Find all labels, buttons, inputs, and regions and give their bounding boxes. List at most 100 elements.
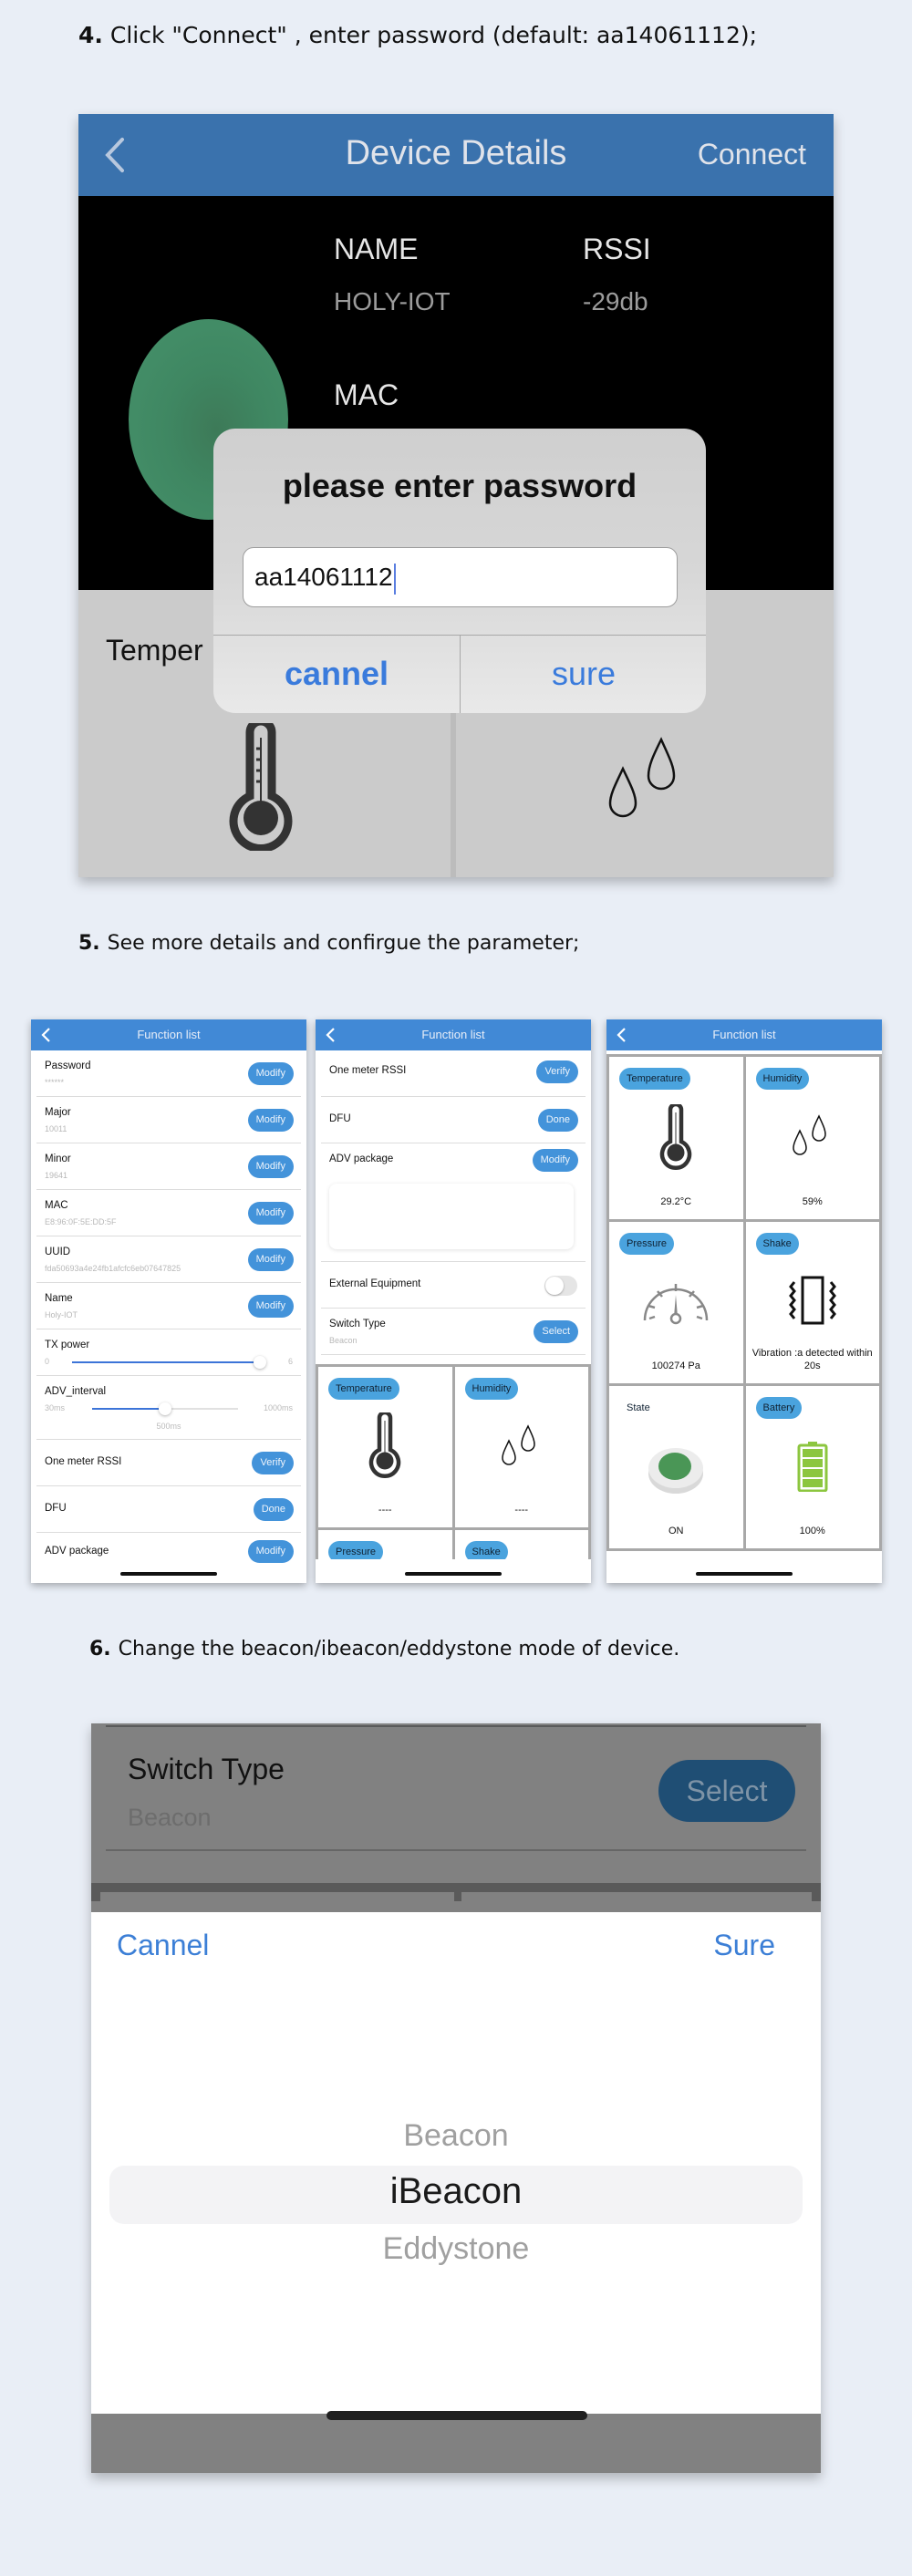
- thermometer-icon: [660, 1104, 692, 1170]
- list-item: One meter RSSI Verify: [321, 1050, 586, 1097]
- nav-bar: Function list: [31, 1019, 306, 1050]
- modify-button[interactable]: Modify: [247, 1540, 294, 1563]
- divider: [106, 1725, 806, 1727]
- device-button-icon: [648, 1448, 704, 1495]
- temperature-label: Temper: [106, 634, 203, 667]
- sensor-value: ----: [378, 1505, 392, 1516]
- select-button[interactable]: Select: [658, 1760, 795, 1822]
- sensor-card-pressure[interactable]: Pressure 100274 Pa: [609, 1221, 743, 1384]
- adv-interval-slider[interactable]: 30ms 1000ms: [45, 1402, 293, 1415]
- sensor-grid: Temperature 29.2°C Humidity 59% Pressure…: [606, 1054, 882, 1551]
- sensor-card-humidity[interactable]: Humidity 59%: [745, 1057, 879, 1219]
- modify-button[interactable]: Modify: [247, 1202, 294, 1225]
- slider-track: [92, 1402, 238, 1415]
- modify-button[interactable]: Modify: [247, 1109, 294, 1132]
- list-item: DFU Done: [321, 1097, 586, 1143]
- switch-type-row: Switch Type Beacon Select: [321, 1309, 586, 1355]
- slider-min: 30ms: [45, 1403, 66, 1412]
- tx-power-row: TX power 0 6: [36, 1329, 301, 1376]
- modify-button[interactable]: Modify: [532, 1149, 578, 1172]
- row-label: UUID: [45, 1247, 71, 1257]
- sensor-value: 100%: [799, 1526, 825, 1536]
- verify-button[interactable]: Verify: [252, 1452, 294, 1474]
- dialog-title: please enter password: [282, 467, 637, 504]
- modify-button[interactable]: Modify: [247, 1062, 294, 1085]
- list-item: UUID fda50693a4e24fb1afcfc6eb07647825 Modi…: [36, 1236, 301, 1283]
- nav-bar: Device Details Connect: [78, 114, 834, 196]
- sensor-card-humidity[interactable]: Humidity ----: [454, 1367, 588, 1527]
- verify-button[interactable]: Verify: [536, 1060, 578, 1083]
- page-title: Function list: [712, 1028, 776, 1041]
- step-text: Click "Connect" , enter password (defaul…: [109, 22, 758, 48]
- slider-track: [72, 1356, 266, 1369]
- sensor-card-temperature[interactable]: Temperature ----: [318, 1367, 452, 1527]
- cancel-button[interactable]: cannel: [213, 635, 460, 713]
- humidity-drops-icon: [792, 1114, 826, 1155]
- sensor-tag: Temperature: [328, 1378, 399, 1400]
- done-button[interactable]: Done: [253, 1498, 294, 1521]
- switch-type-value: Beacon: [128, 1804, 212, 1831]
- modify-button[interactable]: Modify: [247, 1248, 294, 1271]
- row-label: ADV package: [329, 1154, 394, 1164]
- row-label: MAC: [45, 1200, 68, 1211]
- mac-label: MAC: [334, 378, 399, 411]
- row-label: Switch Type: [329, 1319, 386, 1329]
- sensor-tag: Humidity: [755, 1068, 810, 1090]
- picker-option[interactable]: Beacon: [91, 2118, 821, 2154]
- home-indicator: [326, 2411, 587, 2420]
- home-indicator: [405, 1572, 502, 1576]
- row-label: Password: [45, 1060, 91, 1071]
- step-6-heading: 6. Change the beacon/ibeacon/eddystone mo…: [89, 1638, 679, 1660]
- sure-button[interactable]: Sure: [713, 1929, 775, 1962]
- pressure-gauge-icon: [644, 1283, 709, 1324]
- sensor-tag: Pressure: [619, 1232, 675, 1255]
- slider-max: 6: [287, 1357, 293, 1366]
- row-label: ADV package: [45, 1546, 109, 1557]
- row-label: DFU: [329, 1113, 351, 1124]
- sensor-tag: Battery: [755, 1397, 803, 1420]
- select-button[interactable]: Select: [534, 1320, 578, 1343]
- modify-button[interactable]: Modify: [247, 1295, 294, 1318]
- list-item: DFU Done: [36, 1486, 301, 1533]
- sure-button[interactable]: sure: [461, 635, 706, 713]
- cancel-button[interactable]: Cannel: [117, 1929, 209, 1962]
- adv-package-textarea[interactable]: [329, 1184, 574, 1249]
- sensor-card-shake[interactable]: Shake Vibration :a detected within 20s: [745, 1221, 879, 1384]
- sensor-card-state[interactable]: State ON: [609, 1386, 743, 1548]
- sensor-tag: Shake: [755, 1232, 799, 1255]
- list-item: MAC E8:96:0F:5E:DD:5F Modify: [36, 1190, 301, 1236]
- picker-option[interactable]: Eddystone: [91, 2231, 821, 2267]
- external-equipment-row: External Equipment: [321, 1262, 586, 1309]
- picker-option-selected[interactable]: iBeacon: [91, 2171, 821, 2212]
- function-list-screen-3: Function list Temperature 29.2°C Humidit…: [606, 1019, 882, 1583]
- connect-button[interactable]: Connect: [698, 138, 806, 171]
- row-label: External Equipment: [329, 1278, 421, 1289]
- row-label: Minor: [45, 1154, 71, 1164]
- password-dialog: please enter password aa14061112 cannel …: [213, 429, 706, 713]
- external-equipment-toggle[interactable]: [544, 1276, 577, 1296]
- rssi-label: RSSI: [583, 233, 651, 265]
- step-number: 6.: [89, 1638, 111, 1660]
- row-value: ******: [45, 1078, 65, 1087]
- row-label: DFU: [45, 1503, 67, 1514]
- list-item: Major 10011 Modify: [36, 1097, 301, 1143]
- sensor-card-temperature[interactable]: Temperature 29.2°C: [609, 1057, 743, 1219]
- sensor-card-battery[interactable]: Battery 100%: [745, 1386, 879, 1548]
- password-input[interactable]: aa14061112: [243, 547, 678, 607]
- sensor-tag: State: [627, 1402, 650, 1414]
- slider-knob[interactable]: [253, 1356, 266, 1369]
- done-button[interactable]: Done: [537, 1109, 578, 1132]
- step-text: See more details and confirgue the param…: [107, 932, 580, 955]
- sensor-value: ----: [514, 1505, 529, 1516]
- tx-power-slider[interactable]: 0 6: [45, 1356, 293, 1369]
- sensor-tag: Temperature: [619, 1068, 690, 1090]
- modify-button[interactable]: Modify: [247, 1155, 294, 1178]
- slider-min: 0: [45, 1357, 50, 1366]
- slider-fill: [92, 1408, 165, 1410]
- sensor-tag: Humidity: [464, 1378, 519, 1400]
- step-number: 5.: [78, 932, 100, 955]
- sensor-value: 29.2°C: [660, 1195, 692, 1207]
- slider-knob[interactable]: [159, 1402, 171, 1415]
- vibration-icon: [788, 1276, 836, 1325]
- name-label: NAME: [334, 233, 419, 265]
